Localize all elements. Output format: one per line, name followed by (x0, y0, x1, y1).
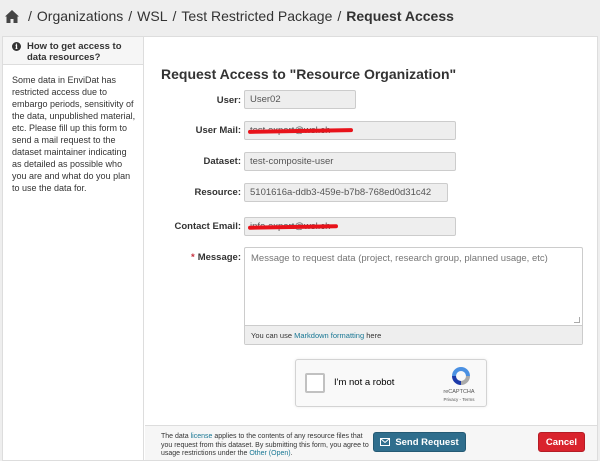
user-mail-label: User Mail: (195, 125, 241, 136)
breadcrumb-current: Request Access (346, 8, 454, 24)
resource-field: 5101616a-ddb3-459e-b7b8-768ed0d31c42 (244, 183, 448, 202)
send-request-label: Send Request (395, 436, 459, 448)
envelope-icon (380, 438, 391, 446)
license-note-text: . (290, 450, 293, 457)
resource-label: Resource: (194, 187, 241, 198)
user-field: User02 (244, 90, 356, 109)
page-container: i How to get access to data resources? S… (2, 36, 598, 461)
breadcrumb-wsl[interactable]: WSL (137, 8, 167, 24)
breadcrumb-dataset[interactable]: Test Restricted Package (181, 8, 332, 24)
cancel-button[interactable]: Cancel (538, 432, 585, 452)
recaptcha-terms-link[interactable]: Privacy - Terms (434, 397, 484, 402)
breadcrumb-separator: / (172, 8, 177, 24)
recaptcha-checkbox[interactable] (305, 373, 325, 393)
breadcrumb: / Organizations / WSL / Test Restricted … (5, 8, 454, 24)
home-icon[interactable] (5, 9, 19, 23)
dataset-label: Dataset: (203, 156, 242, 167)
recaptcha-logo-icon (452, 367, 470, 385)
markdown-hint-suffix: here (366, 331, 382, 340)
breadcrumb-organizations[interactable]: Organizations (37, 8, 123, 24)
user-label: User: (216, 95, 241, 106)
recaptcha-label: I'm not a robot (334, 377, 395, 388)
license-link[interactable]: license (191, 433, 213, 440)
license-note: The data license applies to the contents… (161, 433, 369, 459)
breadcrumb-separator: / (28, 8, 32, 24)
markdown-hint-prefix: You can use (251, 331, 293, 340)
breadcrumb-separator: / (128, 8, 133, 24)
help-sidebar: i How to get access to data resources? S… (3, 37, 144, 460)
send-request-button[interactable]: Send Request (373, 432, 466, 452)
required-marker: * (190, 252, 195, 263)
markdown-formatting-link[interactable]: Markdown formatting (294, 331, 364, 340)
message-textarea[interactable] (245, 248, 582, 327)
info-icon: i (12, 42, 21, 51)
message-label-text: Message: (197, 252, 241, 263)
form-footer: The data license applies to the contents… (145, 425, 597, 460)
message-label: * Message: (191, 252, 241, 263)
contact-email-label: Contact Email: (174, 221, 241, 232)
resize-handle-icon[interactable] (574, 317, 580, 323)
recaptcha-widget: I'm not a robot reCAPTCHA Privacy - Term… (295, 359, 487, 407)
form-title: Request Access to "Resource Organization… (161, 66, 457, 82)
license-note-text: The data (161, 433, 189, 440)
dataset-field: test-composite-user (244, 152, 456, 171)
other-open-link[interactable]: Other (Open) (249, 450, 290, 457)
message-box: You can use Markdown formatting here (244, 247, 583, 345)
recaptcha-brand: reCAPTCHA (443, 389, 475, 395)
request-form: Request Access to "Resource Organization… (145, 37, 597, 460)
sidebar-text: Some data in EnviDat has restricted acce… (12, 75, 136, 193)
markdown-hint: You can use Markdown formatting here (245, 325, 582, 344)
sidebar-title: How to get access to data resources? (27, 41, 122, 63)
breadcrumb-separator: / (337, 8, 342, 24)
sidebar-header: i How to get access to data resources? (3, 37, 143, 65)
